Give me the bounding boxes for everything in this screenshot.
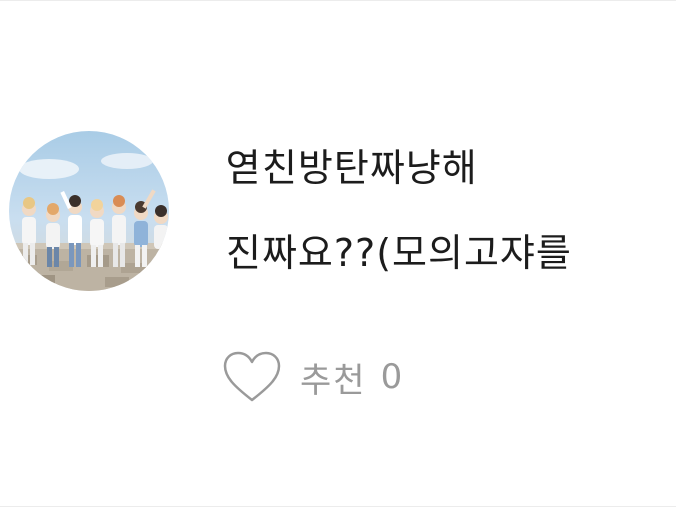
like-button[interactable]: 추천 0 <box>222 347 402 407</box>
like-label: 추천 <box>300 360 367 401</box>
like-count: 0 <box>380 357 403 397</box>
profile-avatar[interactable] <box>9 131 169 291</box>
group-photo-avatar-icon <box>9 131 169 291</box>
heart-outline-icon <box>223 351 281 402</box>
post-title-line-2[interactable]: 진짜요??(모의고쟈를 <box>226 222 572 277</box>
post-card: 엳친방탄짜냥해 진짜요??(모의고쟈를 추천 0 <box>0 0 676 507</box>
post-title-line-1[interactable]: 엳친방탄짜냥해 <box>226 137 478 192</box>
